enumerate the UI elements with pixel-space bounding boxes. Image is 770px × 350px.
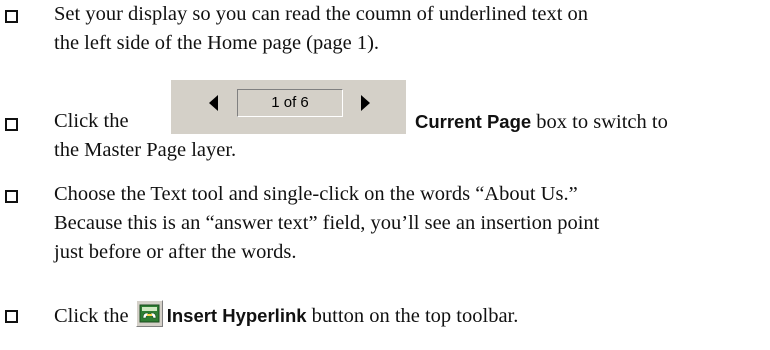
current-page-label: Current Page — [415, 111, 532, 132]
hyperlink-graphic-icon — [139, 304, 160, 323]
checkbox-icon[interactable] — [5, 118, 18, 131]
step-2-line-2: the Master Page layer. — [54, 139, 237, 161]
step-3-line-3: just before or after the words. — [54, 241, 297, 263]
previous-page-icon[interactable] — [209, 95, 218, 111]
checkbox-icon[interactable] — [5, 190, 18, 203]
checkbox-icon[interactable] — [5, 310, 18, 323]
step-1-line-1: Set your display so you can read the cou… — [54, 3, 589, 25]
checkbox-icon[interactable] — [5, 10, 18, 23]
step-4-after: button on the top toolbar. — [306, 305, 519, 327]
step-2-trailing: Current Page box to switch to — [415, 107, 668, 137]
insert-hyperlink-label: Insert Hyperlink — [166, 305, 307, 326]
step-1-line-2: the left side of the Home page (page 1). — [54, 32, 380, 54]
step-3-text: Choose the Text tool and single-click on… — [54, 180, 759, 267]
next-page-icon[interactable] — [361, 95, 370, 111]
step-3-line-2: Because this is an “answer text” field, … — [54, 212, 600, 234]
step-2-after: box to switch to — [531, 111, 668, 133]
step-4-lead: Click the — [54, 305, 129, 327]
step-4-text: Click the Insert Hyperlink button on the… — [54, 300, 759, 331]
current-page-navigator: 1 of 6 — [171, 80, 406, 134]
step-3-line-1: Choose the Text tool and single-click on… — [54, 183, 578, 205]
insert-hyperlink-icon[interactable] — [135, 300, 163, 327]
current-page-box[interactable]: 1 of 6 — [237, 89, 343, 117]
step-1-text: Set your display so you can read the cou… — [54, 0, 759, 58]
step-2-lead: Click the — [54, 110, 129, 132]
